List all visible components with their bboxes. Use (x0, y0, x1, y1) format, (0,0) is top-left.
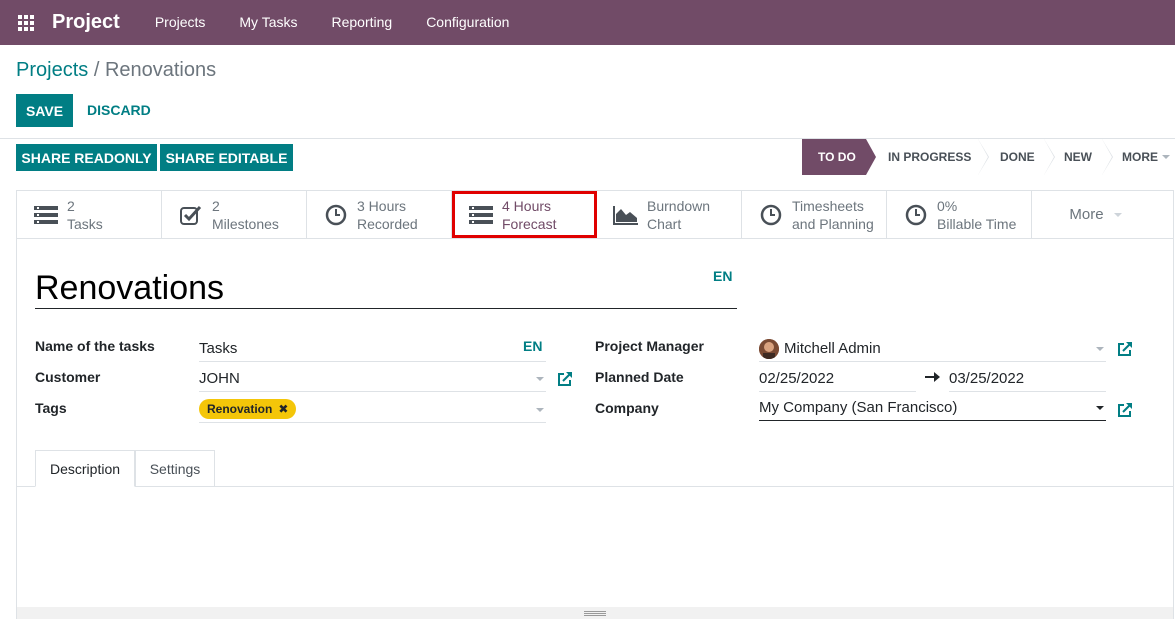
stat-value: 3 Hours (357, 197, 407, 214)
stat-value: Timesheets (792, 197, 864, 214)
company-label: Company (595, 400, 659, 416)
chevron-down-icon (1113, 212, 1122, 217)
discard-button[interactable]: DISCARD (79, 94, 159, 127)
hours-recorded-smart-button[interactable]: 3 Hours Recorded (307, 191, 452, 238)
smart-button-box: 2 Tasks 2 Milestones 3 Hours Recorded 4 Hou… (17, 191, 1173, 239)
stage-label: NEW (1064, 150, 1092, 164)
stat-value: 0% (937, 197, 958, 214)
stat-label: Billable Time (937, 215, 1017, 232)
stage-label: TO DO (818, 150, 856, 164)
area-chart-icon (613, 202, 639, 228)
planned-date-start-value: 02/25/2022 (759, 370, 835, 387)
chevron-down-icon[interactable] (1096, 347, 1104, 351)
tab-settings[interactable]: Settings (135, 450, 215, 487)
menu-reporting[interactable]: Reporting (314, 0, 409, 45)
clock-icon (323, 202, 349, 228)
stat-label: Milestones (212, 215, 279, 232)
app-brand[interactable]: Project (52, 11, 120, 34)
chevron-down-icon[interactable] (536, 377, 544, 381)
apps-menu-icon[interactable] (0, 0, 52, 45)
task-name-input[interactable]: Tasks (199, 336, 546, 362)
form-sheet: 2 Tasks 2 Milestones 3 Hours Recorded 4 Hou… (16, 190, 1174, 619)
stat-value: 2 (67, 197, 75, 214)
tag-label: Renovation (207, 401, 273, 416)
customer-input[interactable]: JOHN (199, 366, 546, 392)
billable-time-smart-button[interactable]: 0% Billable Time (887, 191, 1032, 238)
external-link-icon[interactable] (1117, 341, 1133, 357)
tasks-smart-button[interactable]: 2 Tasks (17, 191, 162, 238)
avatar (759, 338, 779, 359)
top-navbar: Project Projects My Tasks Reporting Conf… (0, 0, 1175, 45)
stage-label: DONE (1000, 150, 1035, 164)
project-manager-value: Mitchell Admin (784, 340, 881, 357)
stat-label: and Planning (792, 215, 874, 232)
breadcrumb-projects[interactable]: Projects (16, 59, 88, 81)
chevron-down-icon (1162, 155, 1170, 159)
stat-value: 2 (212, 197, 220, 214)
title-language-button[interactable]: EN (713, 268, 732, 284)
clock-icon (758, 202, 784, 228)
share-editable-button[interactable]: SHARE EDITABLE (160, 144, 293, 171)
stage-in-progress[interactable]: IN PROGRESS (866, 139, 989, 175)
stat-label: Recorded (357, 215, 418, 232)
menu-my-tasks[interactable]: My Tasks (222, 0, 314, 45)
grip-icon (584, 611, 606, 616)
stage-to-do[interactable]: TO DO (802, 139, 876, 175)
menu-configuration[interactable]: Configuration (409, 0, 526, 45)
smart-more-dropdown[interactable]: More (1032, 191, 1159, 238)
external-link-icon[interactable] (557, 371, 573, 387)
notebook-tabs: Description Settings (17, 450, 1173, 487)
title-field[interactable]: Renovations (35, 261, 737, 309)
tag-renovation[interactable]: Renovation ✖ (199, 398, 297, 419)
more-label: More (1069, 206, 1104, 223)
tab-description[interactable]: Description (35, 450, 135, 487)
hours-forecast-smart-button[interactable]: 4 Hours Forecast (452, 191, 597, 238)
external-link-icon[interactable] (1117, 402, 1133, 418)
stat-value: Burndown (647, 197, 711, 214)
planned-date-label: Planned Date (595, 369, 684, 385)
breadcrumb: Projects / Renovations (16, 59, 216, 82)
planned-date-end-value: 03/25/2022 (949, 370, 1025, 387)
breadcrumb-current: Renovations (104, 59, 217, 81)
milestones-smart-button[interactable]: 2 Milestones (162, 191, 307, 238)
clock-icon (903, 202, 929, 228)
stage-statusbar: TO DO IN PROGRESS DONE NEW MORE (802, 139, 1173, 175)
menu-projects[interactable]: Projects (138, 0, 223, 45)
task-name-language-button[interactable]: EN (523, 338, 542, 354)
tags-input[interactable]: Renovation ✖ (199, 395, 546, 423)
tasks-icon (468, 202, 494, 228)
check-square-icon (178, 202, 204, 228)
chevron-down-icon[interactable] (1096, 406, 1104, 410)
stage-label: MORE (1122, 150, 1158, 164)
editor-resize-handle[interactable] (17, 607, 1173, 619)
share-readonly-button[interactable]: SHARE READONLY (16, 144, 157, 171)
breadcrumb-separator: / (93, 59, 100, 81)
project-title[interactable]: Renovations (35, 269, 224, 308)
planned-date-end-input[interactable]: 03/25/2022 (949, 366, 1106, 392)
burndown-chart-smart-button[interactable]: Burndown Chart (597, 191, 742, 238)
customer-label: Customer (35, 369, 101, 385)
company-input[interactable]: My Company (San Francisco) (759, 395, 1106, 421)
stat-label: Tasks (67, 215, 103, 232)
planned-date-start-input[interactable]: 02/25/2022 (759, 366, 916, 392)
stage-label: IN PROGRESS (888, 150, 972, 164)
task-name-value: Tasks (199, 340, 238, 357)
save-button[interactable]: SAVE (16, 94, 73, 127)
close-icon[interactable]: ✖ (278, 402, 288, 416)
chevron-down-icon[interactable] (536, 408, 544, 412)
stat-value: 4 Hours (502, 197, 552, 214)
timesheets-planning-smart-button[interactable]: Timesheets and Planning (742, 191, 887, 238)
customer-value: JOHN (199, 370, 240, 387)
project-manager-input[interactable]: Mitchell Admin (759, 336, 1106, 362)
tasks-icon (33, 202, 59, 228)
project-manager-label: Project Manager (595, 338, 704, 354)
task-name-label: Name of the tasks (35, 338, 155, 354)
stat-label: Forecast (502, 215, 557, 232)
company-value: My Company (San Francisco) (759, 399, 958, 416)
tags-label: Tags (35, 400, 67, 416)
arrow-right-icon (925, 370, 941, 386)
stat-label: Chart (647, 215, 682, 232)
